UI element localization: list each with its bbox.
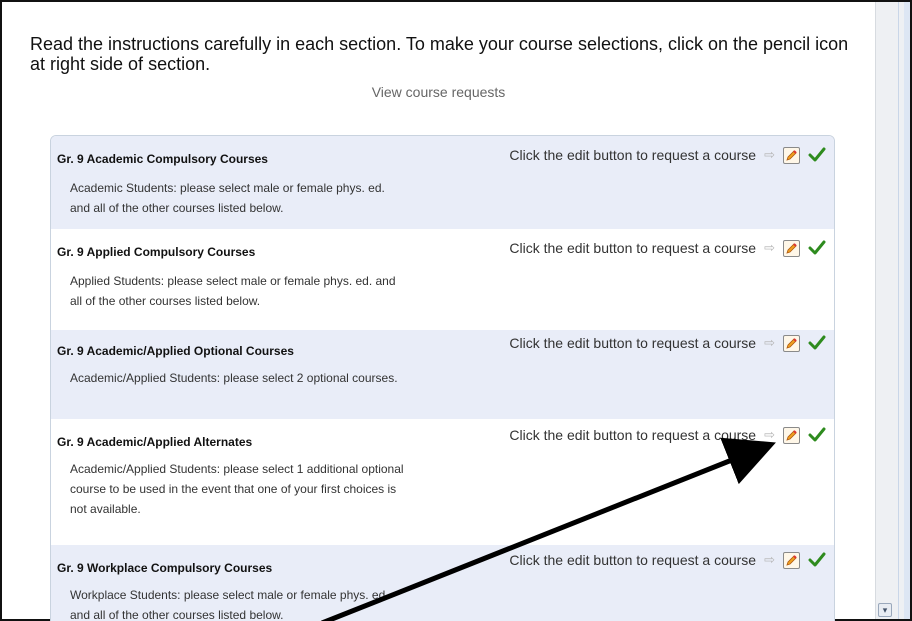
checkmark-icon (808, 240, 826, 256)
checkmark-icon (808, 552, 826, 568)
right-arrow-icon: ⇨ (764, 552, 775, 567)
request-course-hint: Click the edit button to request a cours… (509, 427, 757, 443)
side-scroll-region: ▾ (875, 2, 910, 619)
pencil-icon[interactable] (783, 334, 800, 352)
pencil-icon[interactable] (783, 239, 800, 257)
pencil-icon[interactable] (783, 146, 800, 164)
instructions-text: Read the instructions carefully in each … (30, 34, 849, 74)
section-title: Gr. 9 Academic/Applied Optional Courses (57, 344, 294, 358)
section-description: Workplace Students: please select male o… (70, 588, 389, 621)
section-title: Gr. 9 Academic Compulsory Courses (57, 152, 268, 166)
section-actions: Click the edit button to request a cours… (509, 237, 826, 259)
request-course-hint: Click the edit button to request a cours… (509, 335, 757, 351)
right-arrow-icon: ⇨ (764, 335, 775, 350)
section-title: Gr. 9 Academic/Applied Alternates (57, 435, 253, 449)
course-section: Gr. 9 Academic/Applied Optional Courses … (51, 330, 834, 419)
right-arrow-icon: ⇨ (764, 147, 775, 162)
request-course-hint: Click the edit button to request a cours… (509, 147, 757, 163)
pencil-icon[interactable] (783, 426, 800, 444)
section-actions: Click the edit button to request a cours… (509, 549, 826, 571)
course-section: Gr. 9 Workplace Compulsory Courses Workp… (51, 545, 834, 621)
section-title: Gr. 9 Applied Compulsory Courses (57, 245, 256, 259)
right-arrow-icon: ⇨ (764, 240, 775, 255)
section-description: Academic/Applied Students: please select… (70, 462, 404, 516)
pencil-icon[interactable] (783, 551, 800, 569)
section-description: Applied Students: please select male or … (70, 274, 396, 308)
course-sections-panel: Gr. 9 Academic Compulsory Courses Academ… (50, 135, 835, 621)
scroll-divider (898, 2, 899, 619)
view-course-requests-link[interactable]: View course requests (2, 84, 875, 100)
section-description: Academic/Applied Students: please select… (70, 371, 398, 385)
view-course-requests-label[interactable]: View course requests (372, 84, 506, 100)
section-description: Academic Students: please select male or… (70, 181, 385, 215)
section-actions: Click the edit button to request a cours… (509, 424, 826, 446)
course-section: Gr. 9 Applied Compulsory Courses Applied… (51, 229, 834, 330)
checkmark-icon (808, 335, 826, 351)
request-course-hint: Click the edit button to request a cours… (509, 240, 757, 256)
section-title: Gr. 9 Workplace Compulsory Courses (57, 561, 273, 575)
checkmark-icon (808, 427, 826, 443)
section-actions: Click the edit button to request a cours… (509, 332, 826, 354)
section-actions: Click the edit button to request a cours… (509, 144, 826, 166)
scroll-down-icon[interactable]: ▾ (878, 603, 892, 617)
course-section: Gr. 9 Academic/Applied Alternates Academ… (51, 419, 834, 545)
request-course-hint: Click the edit button to request a cours… (509, 552, 757, 568)
right-arrow-icon: ⇨ (764, 427, 775, 442)
scrollbar[interactable] (904, 2, 910, 619)
course-section: Gr. 9 Academic Compulsory Courses Academ… (51, 136, 834, 229)
checkmark-icon (808, 147, 826, 163)
